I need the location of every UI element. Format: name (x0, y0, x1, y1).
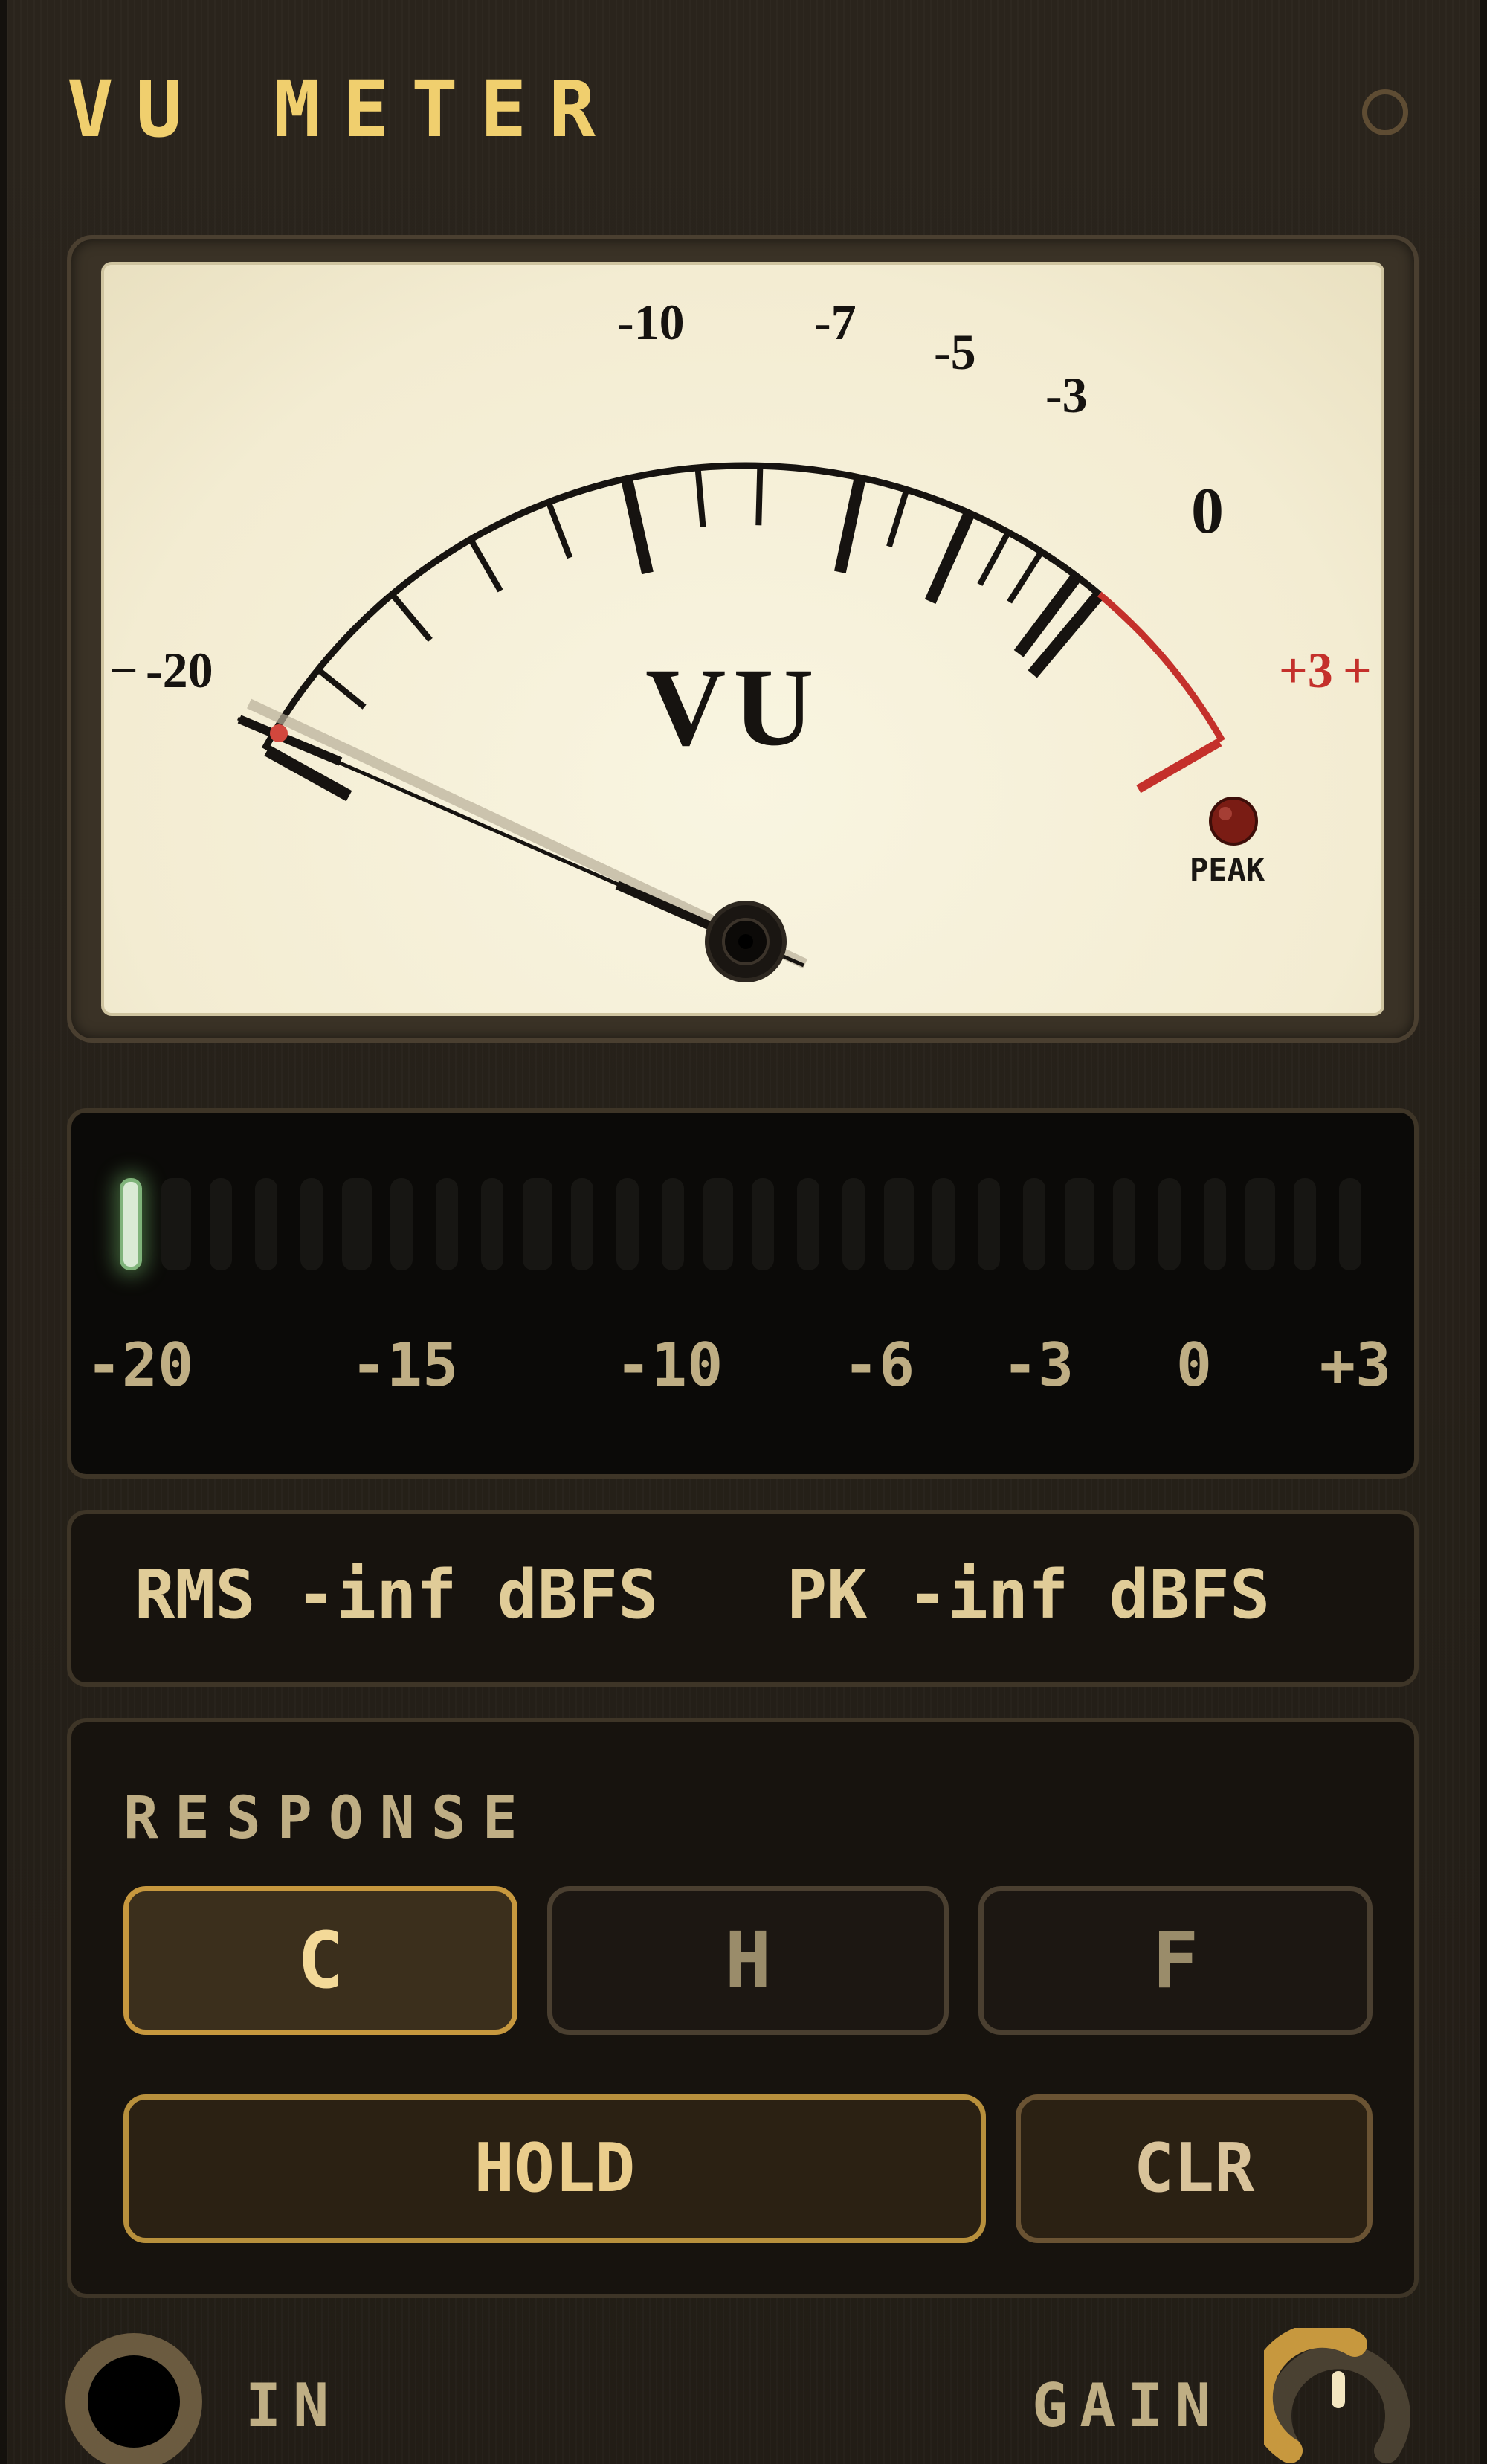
led-segment (616, 1178, 639, 1270)
dial-minor-tick (886, 491, 909, 548)
led-segment (1339, 1178, 1361, 1270)
dial-minor-tick (469, 540, 503, 593)
app-title: VU METER (67, 64, 618, 155)
scale-label-plus-3: +3 (1279, 642, 1333, 698)
led-scale-minus-15: -15 (350, 1331, 459, 1400)
led-segment (883, 1178, 914, 1270)
led-segment (436, 1178, 459, 1270)
scale-label-minus-5: -5 (934, 324, 976, 380)
dial-major-tick (924, 513, 974, 604)
input-jack-icon[interactable] (65, 2333, 202, 2464)
led-scale-minus-6: -6 (842, 1331, 915, 1400)
led-segment (300, 1178, 323, 1270)
peak-label: PEAK (1190, 852, 1265, 888)
led-scale-minus-3: -3 (1001, 1331, 1074, 1400)
led-scale-plus-3: +3 (1319, 1331, 1392, 1400)
vu-center-label: VU (645, 646, 822, 769)
led-segment (1203, 1178, 1226, 1270)
dial-minor-tick (391, 594, 433, 642)
led-segment (1113, 1178, 1136, 1270)
led-segment (1022, 1178, 1045, 1270)
scale-plus-mark: + (1343, 642, 1372, 698)
gain-knob-icon[interactable] (1264, 2328, 1413, 2464)
led-scale-zero: 0 (1175, 1331, 1213, 1400)
peak-led-highlight (1219, 807, 1232, 820)
dial-minor-tick (318, 669, 367, 710)
gain-knob-pointer (1332, 2371, 1345, 2408)
rms-readout: RMS -inf dBFS (135, 1556, 659, 1634)
response-label: RESPONSE (123, 1785, 534, 1852)
scale-label-minus-20: -20 (146, 642, 213, 698)
led-segment (161, 1178, 191, 1270)
hold-button[interactable]: HOLD (123, 2094, 986, 2243)
dial-minor-tick (977, 533, 1010, 586)
needle-zero-marker (270, 724, 288, 742)
dial-major-tick (621, 480, 654, 575)
led-segment (752, 1178, 775, 1270)
peak-readout: PK -inf dBFS (787, 1556, 1271, 1634)
dial-major-tick (834, 479, 865, 573)
scale-label-zero: 0 (1191, 475, 1224, 547)
led-segment (120, 1178, 142, 1270)
response-panel: RESPONSE C H F HOLD CLR (67, 1718, 1419, 2298)
power-indicator-icon[interactable] (1362, 89, 1408, 135)
led-segment (932, 1178, 955, 1270)
led-segment (978, 1178, 1001, 1270)
dial-red-end-tick (1136, 738, 1222, 794)
led-segment (255, 1178, 278, 1270)
dial-minor-tick (694, 470, 706, 527)
analog-meter-face: − -20 -10 -7 -5 -3 0 +3 + VU PEAK (101, 262, 1384, 1016)
led-segment (797, 1178, 820, 1270)
led-segment (661, 1178, 684, 1270)
scale-label-minus-7: -7 (814, 294, 857, 350)
response-mode-h-button[interactable]: H (547, 1886, 949, 2035)
meter-dial-svg: − -20 -10 -7 -5 -3 0 +3 + VU PEAK (109, 294, 1372, 982)
led-scale-minus-20: -20 (86, 1331, 194, 1400)
scale-label-minus-10: -10 (617, 294, 685, 350)
led-segment (1064, 1178, 1094, 1270)
dial-red-zone-arc (1097, 591, 1225, 743)
dial-zero-tick (1028, 593, 1103, 678)
gain-label: GAIN (1032, 2371, 1223, 2440)
scale-label-minus-3: -3 (1045, 367, 1088, 423)
led-segment (703, 1178, 733, 1270)
scale-dash-mark: − (109, 642, 138, 698)
led-bar-panel: -20 -15 -10 -6 -3 0 +3 (67, 1108, 1419, 1479)
response-mode-c-button[interactable]: C (123, 1886, 517, 2035)
dial-minor-tick (755, 469, 764, 526)
led-segment (571, 1178, 594, 1270)
clear-button[interactable]: CLR (1016, 2094, 1373, 2243)
led-segment (1245, 1178, 1275, 1270)
led-scale-minus-10: -10 (615, 1331, 723, 1400)
led-segment (480, 1178, 503, 1270)
dial-minor-tick (546, 504, 573, 559)
led-segment (842, 1178, 865, 1270)
peak-led (1209, 797, 1258, 846)
led-segment (210, 1178, 233, 1270)
vu-meter-app: VU METER − -20 -10 -7 -5 -3 0 +3 + VU PE… (0, 0, 1487, 2464)
needle-pivot-cap (738, 934, 753, 949)
level-readout: RMS -inf dBFS PK -inf dBFS (67, 1510, 1419, 1687)
led-segment (341, 1178, 372, 1270)
response-mode-f-button[interactable]: F (978, 1886, 1373, 2035)
led-segment (522, 1178, 552, 1270)
input-label: IN (245, 2371, 341, 2440)
led-segment (1294, 1178, 1317, 1270)
led-segment (390, 1178, 413, 1270)
led-segment (1158, 1178, 1181, 1270)
dial-minor-tick (1007, 553, 1042, 604)
